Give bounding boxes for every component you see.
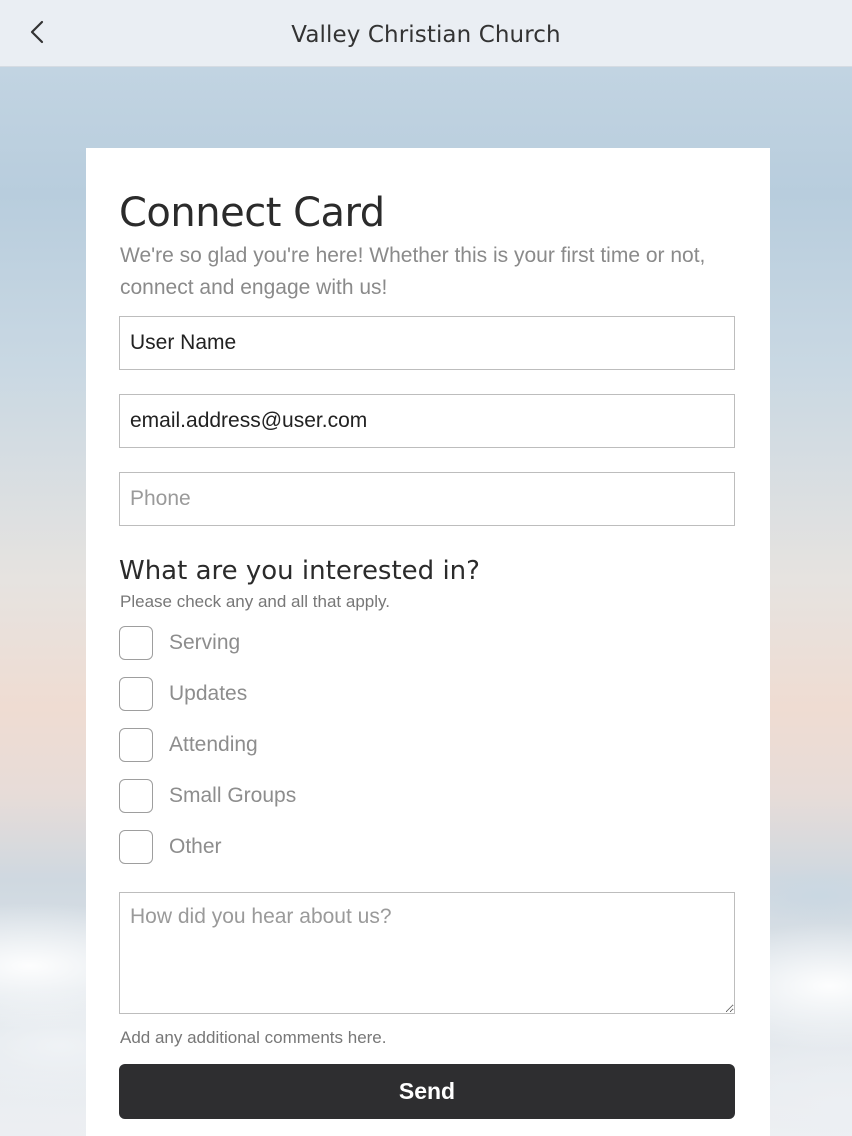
checkbox-serving[interactable]: Serving (119, 624, 240, 662)
checkbox-updates[interactable]: Updates (119, 675, 247, 713)
checkbox-label: Attending (169, 733, 258, 756)
comments-hint: Add any additional comments here. (120, 1028, 387, 1047)
send-button[interactable]: Send (119, 1064, 735, 1119)
app-screen: Valley Christian Church Connect Card We'… (0, 0, 852, 1136)
interests-title: What are you interested in? (119, 556, 480, 586)
checkbox[interactable] (119, 779, 153, 813)
checkbox[interactable] (119, 830, 153, 864)
checkbox-label: Other (169, 835, 222, 858)
checkbox-label: Updates (169, 682, 248, 705)
connect-card: Connect Card We're so glad you're here! … (86, 148, 770, 1136)
navigation-bar: Valley Christian Church (0, 0, 852, 67)
phone-field[interactable] (119, 472, 735, 526)
checkbox[interactable] (119, 728, 153, 762)
checkbox-attending[interactable]: Attending (119, 726, 258, 764)
interests-hint: Please check any and all that apply. (120, 592, 390, 611)
checkbox-other[interactable]: Other (119, 828, 222, 866)
checkbox-small-groups[interactable]: Small Groups (119, 777, 296, 815)
checkbox-label: Serving (169, 631, 241, 654)
checkbox[interactable] (119, 677, 153, 711)
email-field[interactable] (119, 394, 735, 448)
name-field[interactable] (119, 316, 735, 370)
app-title: Valley Christian Church (291, 22, 561, 48)
checkbox-label: Small Groups (169, 784, 297, 807)
comments-textarea[interactable] (119, 892, 735, 1014)
card-title: Connect Card (119, 190, 385, 236)
checkbox[interactable] (119, 626, 153, 660)
card-subtitle: We're so glad you're here! Whether this … (120, 244, 706, 299)
